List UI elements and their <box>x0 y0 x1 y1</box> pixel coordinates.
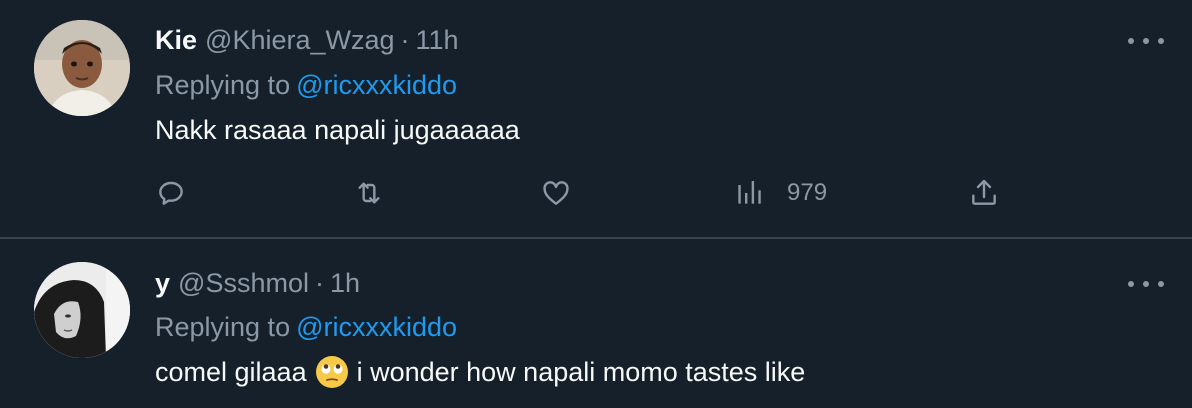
analytics-icon <box>738 181 761 204</box>
tweet-header: Kie @Khiera_Wzag · 11h <box>155 23 459 57</box>
dot <box>1143 281 1149 287</box>
share-button[interactable] <box>968 176 1000 210</box>
replying-to-label: Replying to <box>155 312 291 342</box>
retweet-button[interactable] <box>353 176 385 210</box>
replying-to: Replying to @ricxxxkiddo <box>155 310 457 344</box>
tweet-text: comel gilaaa i wonder how napali momo ta… <box>155 355 805 389</box>
avatar[interactable] <box>34 262 130 358</box>
replying-to: Replying to @ricxxxkiddo <box>155 68 457 102</box>
user-handle[interactable]: @Khiera_Wzag <box>205 25 395 55</box>
tweet-text-part: comel gilaaa <box>155 357 307 387</box>
display-name[interactable]: Kie <box>155 25 197 55</box>
timestamp[interactable]: 1h <box>330 268 360 298</box>
heart-icon <box>543 181 569 205</box>
tweet-text-part: i wonder how napali momo tastes like <box>356 357 806 387</box>
views-button[interactable]: 979 <box>733 176 827 210</box>
tweet[interactable]: Kie @Khiera_Wzag · 11h Replying to @ricxxxki… <box>0 0 1192 238</box>
like-button[interactable] <box>540 176 572 210</box>
replying-to-handle[interactable]: @ricxxxkiddo <box>296 312 457 342</box>
face-with-rolling-eyes-emoji <box>315 355 349 389</box>
tweet-text: Nakk rasaaa napali jugaaaaaa <box>155 115 520 145</box>
reply-icon <box>159 181 183 205</box>
more-options-icon[interactable] <box>1128 274 1164 294</box>
reply-thread: Kie @Khiera_Wzag · 11h Replying to @ricxxxki… <box>0 0 1192 408</box>
timestamp[interactable]: 11h <box>416 25 459 55</box>
avatar-photo <box>34 262 130 358</box>
user-handle[interactable]: @Ssshmol <box>178 268 309 298</box>
separator-dot: · <box>400 25 410 55</box>
reply-button[interactable] <box>155 176 187 210</box>
share-icon <box>972 179 996 205</box>
views-count: 979 <box>787 179 828 206</box>
dot <box>1143 38 1149 44</box>
dot <box>1128 281 1134 287</box>
display-name[interactable]: y <box>155 268 170 298</box>
retweet-icon <box>358 182 380 204</box>
dot <box>1128 38 1134 44</box>
dot <box>1158 38 1164 44</box>
tweet[interactable]: y @Ssshmol · 1h Replying to @ricxxxkiddo com… <box>0 239 1192 408</box>
avatar-photo <box>34 20 130 116</box>
dot <box>1158 281 1164 287</box>
replying-to-handle[interactable]: @ricxxxkiddo <box>296 70 457 100</box>
separator-dot: · <box>314 268 324 298</box>
avatar[interactable] <box>34 20 130 116</box>
tweet-header: y @Ssshmol · 1h <box>155 266 360 300</box>
replying-to-label: Replying to <box>155 70 291 100</box>
more-options-icon[interactable] <box>1128 31 1164 51</box>
